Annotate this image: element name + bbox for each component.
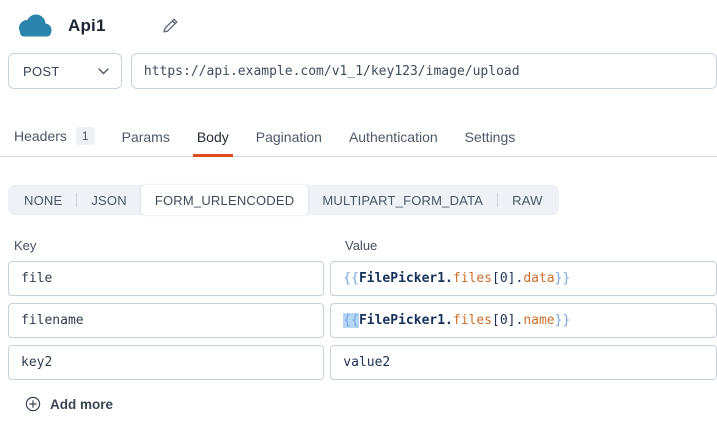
plus-circle-icon: [25, 396, 41, 412]
tab-authentication[interactable]: Authentication: [349, 129, 438, 156]
tab-bar: Headers 1 Params Body Pagination Authent…: [0, 126, 717, 157]
key-input[interactable]: [8, 261, 324, 296]
value-column-header: Value: [345, 238, 377, 253]
form-row: {{FilePicker1.files[0].name}}: [8, 303, 717, 338]
value-input[interactable]: {{FilePicker1.files[0].name}}: [330, 303, 717, 338]
tab-label: Pagination: [256, 129, 322, 145]
method-label: POST: [23, 64, 60, 79]
value-input[interactable]: value2: [330, 345, 717, 380]
chevron-down-icon: [98, 68, 109, 75]
body-type-label: FORM_URLENCODED: [155, 193, 295, 208]
body-type-label: RAW: [512, 193, 542, 208]
cloud-icon: [14, 13, 54, 39]
tab-label: Params: [122, 129, 170, 145]
key-column-header: Key: [14, 238, 345, 253]
request-row: POST: [8, 53, 717, 89]
page-title: Api1: [68, 16, 106, 36]
url-input[interactable]: [131, 53, 717, 89]
form-row: {{FilePicker1.files[0].data}}: [8, 261, 717, 296]
tab-label: Headers: [14, 128, 67, 144]
body-type-none[interactable]: NONE: [10, 185, 76, 215]
tab-body[interactable]: Body: [197, 129, 229, 156]
api-header: Api1: [0, 0, 717, 42]
tab-headers[interactable]: Headers 1: [14, 127, 95, 156]
key-input[interactable]: [8, 303, 324, 338]
body-type-raw[interactable]: RAW: [498, 185, 556, 215]
body-type-form-urlencoded[interactable]: FORM_URLENCODED: [141, 185, 309, 215]
form-rows: {{FilePicker1.files[0].data}} {{FilePick…: [8, 261, 717, 380]
key-input[interactable]: [8, 345, 324, 380]
tab-label: Authentication: [349, 129, 438, 145]
tab-pagination[interactable]: Pagination: [256, 129, 322, 156]
tab-label: Body: [197, 129, 229, 145]
value-input[interactable]: {{FilePicker1.files[0].data}}: [330, 261, 717, 296]
body-type-label: JSON: [91, 193, 126, 208]
body-type-json[interactable]: JSON: [77, 185, 140, 215]
form-row: value2: [8, 345, 717, 380]
tab-params[interactable]: Params: [122, 129, 170, 156]
pencil-icon: [162, 17, 179, 34]
headers-count-badge: 1: [76, 127, 95, 145]
method-select[interactable]: POST: [8, 53, 122, 89]
tab-settings[interactable]: Settings: [465, 129, 516, 156]
body-type-multipart-form-data[interactable]: MULTIPART_FORM_DATA: [308, 185, 497, 215]
body-type-selector: NONE JSON FORM_URLENCODED MULTIPART_FORM…: [8, 185, 559, 215]
tab-label: Settings: [465, 129, 516, 145]
add-more-button[interactable]: Add more: [25, 396, 113, 412]
body-type-label: MULTIPART_FORM_DATA: [322, 193, 483, 208]
api-editor-page: Api1 POST Headers 1 Params Body: [0, 0, 717, 434]
edit-name-button[interactable]: [160, 15, 182, 37]
add-more-label: Add more: [50, 397, 113, 412]
body-type-label: NONE: [24, 193, 62, 208]
form-column-headers: Key Value: [14, 238, 717, 253]
